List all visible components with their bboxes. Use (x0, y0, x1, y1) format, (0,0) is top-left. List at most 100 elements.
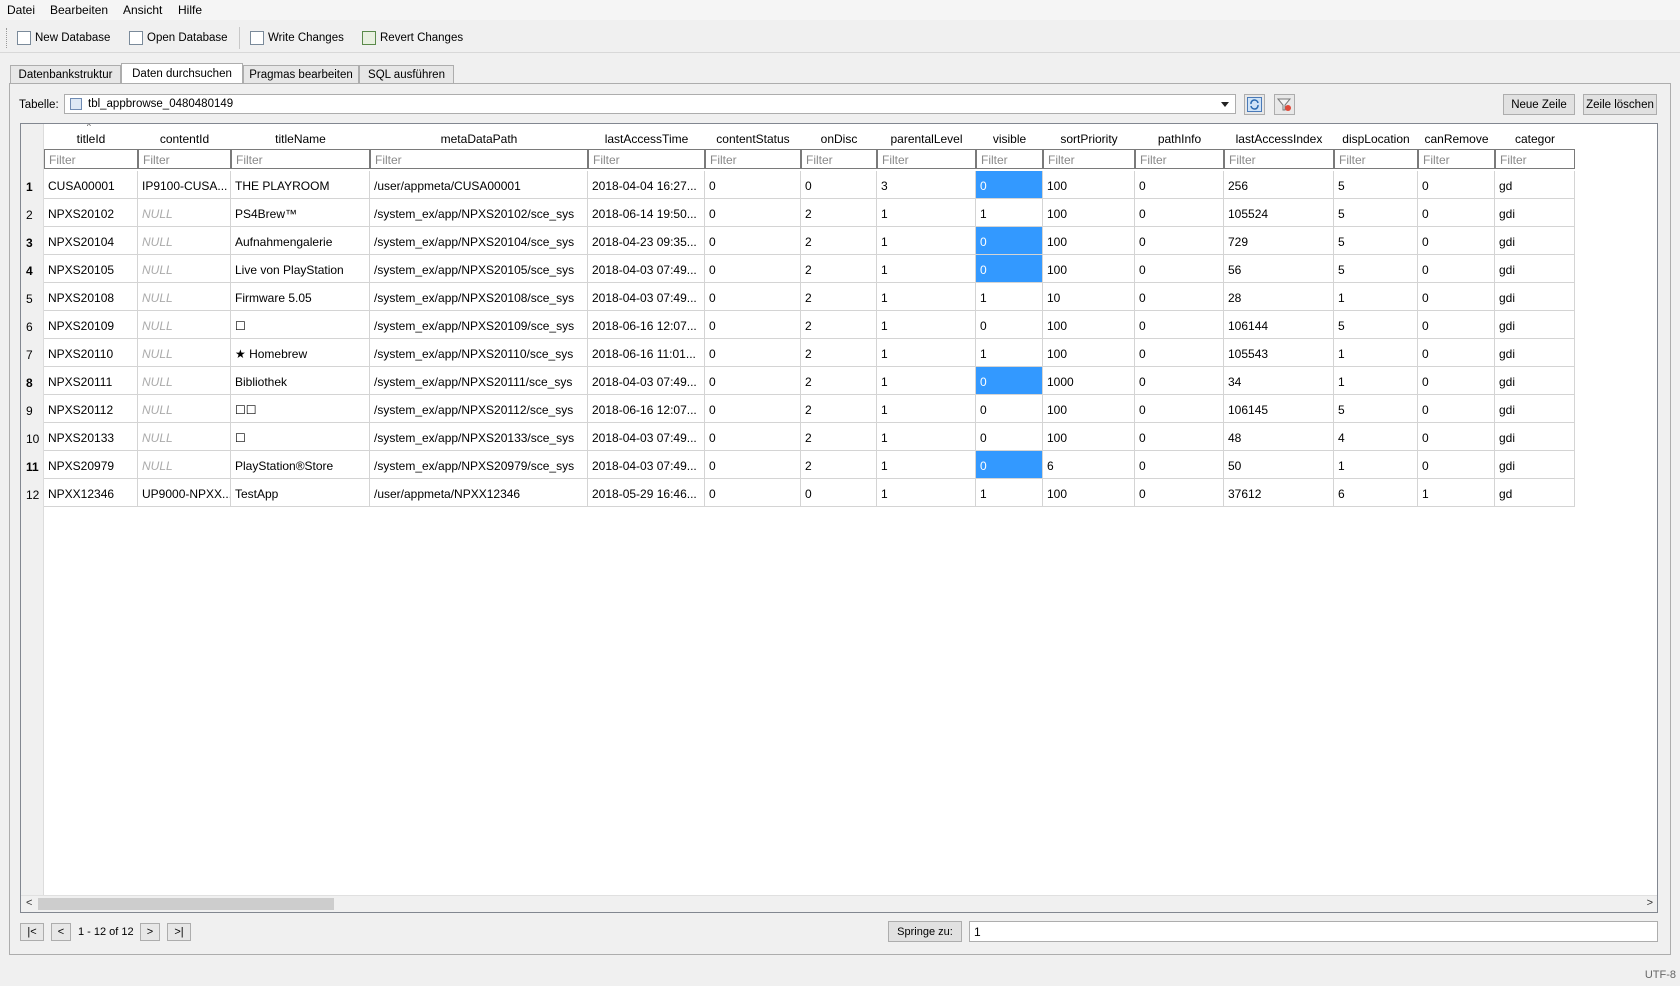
filter-input-visible[interactable]: Filter (976, 149, 1043, 169)
cell-pathInfo[interactable]: 0 (1135, 451, 1224, 479)
cell-contentId[interactable]: UP9000-NPXX... (138, 479, 231, 507)
filter-input-parentalLevel[interactable]: Filter (877, 149, 976, 169)
cell-metaDataPath[interactable]: /system_ex/app/NPXS20111/sce_sys (370, 367, 588, 395)
cell-lastAccessTime[interactable]: 2018-04-03 07:49... (588, 423, 705, 451)
row-number[interactable]: 7 (21, 339, 44, 369)
cell-pathInfo[interactable]: 0 (1135, 479, 1224, 507)
tab-database-structure[interactable]: Datenbankstruktur (10, 65, 121, 83)
column-header-categor[interactable]: categor (1495, 132, 1575, 146)
cell-categor[interactable]: gd (1495, 479, 1575, 507)
cell-contentStatus[interactable]: 0 (705, 171, 801, 199)
cell-visible[interactable]: 0 (976, 255, 1043, 283)
column-header-contentStatus[interactable]: contentStatus (705, 132, 801, 146)
cell-categor[interactable]: gdi (1495, 283, 1575, 311)
cell-categor[interactable]: gdi (1495, 367, 1575, 395)
cell-pathInfo[interactable]: 0 (1135, 227, 1224, 255)
cell-dispLocation[interactable]: 5 (1334, 227, 1418, 255)
scroll-left-icon[interactable]: < (26, 897, 32, 909)
cell-visible[interactable]: 1 (976, 283, 1043, 311)
cell-categor[interactable]: gdi (1495, 423, 1575, 451)
cell-sortPriority[interactable]: 100 (1043, 227, 1135, 255)
cell-titleId[interactable]: CUSA00001 (44, 171, 138, 199)
cell-canRemove[interactable]: 1 (1418, 479, 1495, 507)
cell-metaDataPath[interactable]: /system_ex/app/NPXS20105/sce_sys (370, 255, 588, 283)
cell-pathInfo[interactable]: 0 (1135, 171, 1224, 199)
cell-onDisc[interactable]: 2 (801, 311, 877, 339)
cell-contentId[interactable]: NULL (138, 423, 231, 451)
filter-input-lastAccessIndex[interactable]: Filter (1224, 149, 1334, 169)
column-header-contentId[interactable]: contentId (138, 132, 231, 146)
cell-lastAccessIndex[interactable]: 28 (1224, 283, 1334, 311)
cell-pathInfo[interactable]: 0 (1135, 339, 1224, 367)
table-select[interactable]: tbl_appbrowse_0480480149 (64, 94, 1236, 114)
cell-titleId[interactable]: NPXS20979 (44, 451, 138, 479)
menu-ansicht[interactable]: Ansicht (123, 3, 162, 17)
cell-dispLocation[interactable]: 1 (1334, 367, 1418, 395)
cell-pathInfo[interactable]: 0 (1135, 395, 1224, 423)
row-number[interactable]: 5 (21, 283, 44, 313)
cell-visible[interactable]: 0 (976, 395, 1043, 423)
cell-titleId[interactable]: NPXS20105 (44, 255, 138, 283)
table-row[interactable]: 5 NPXS20108 NULL Firmware 5.05/system_ex/ap… (21, 283, 1657, 313)
cell-dispLocation[interactable]: 5 (1334, 199, 1418, 227)
tab-execute-sql[interactable]: SQL ausführen (359, 65, 454, 83)
cell-titleName[interactable]: Bibliothek (231, 367, 370, 395)
column-header-dispLocation[interactable]: dispLocation (1334, 132, 1418, 146)
cell-metaDataPath[interactable]: /system_ex/app/NPXS20102/sce_sys (370, 199, 588, 227)
cell-metaDataPath[interactable]: /system_ex/app/NPXS20110/sce_sys (370, 339, 588, 367)
cell-parentalLevel[interactable]: 1 (877, 283, 976, 311)
filter-input-titleId[interactable]: Filter (44, 149, 138, 169)
cell-lastAccessTime[interactable]: 2018-06-16 12:07... (588, 395, 705, 423)
table-row[interactable]: 6 NPXS20109 NULL ☐/system_ex/app/NPXS20109/… (21, 311, 1657, 341)
cell-metaDataPath[interactable]: /user/appmeta/CUSA00001 (370, 171, 588, 199)
refresh-button[interactable] (1244, 94, 1265, 115)
cell-dispLocation[interactable]: 4 (1334, 423, 1418, 451)
column-header-lastAccessTime[interactable]: lastAccessTime (588, 132, 705, 146)
next-page-button[interactable]: > (140, 923, 160, 941)
cell-canRemove[interactable]: 0 (1418, 283, 1495, 311)
cell-onDisc[interactable]: 2 (801, 199, 877, 227)
cell-visible[interactable]: 1 (976, 199, 1043, 227)
menu-hilfe[interactable]: Hilfe (178, 3, 202, 17)
filter-input-canRemove[interactable]: Filter (1418, 149, 1495, 169)
table-row[interactable]: 10 NPXS20133 NULL ☐/system_ex/app/NPXS20133… (21, 423, 1657, 453)
cell-visible[interactable]: 1 (976, 479, 1043, 507)
cell-onDisc[interactable]: 0 (801, 171, 877, 199)
table-row[interactable]: 1 CUSA00001 IP9100-CUSA... THE PLAYROOM/use… (21, 171, 1657, 201)
first-page-button[interactable]: |< (20, 923, 44, 941)
filter-input-titleName[interactable]: Filter (231, 149, 370, 169)
cell-contentStatus[interactable]: 0 (705, 311, 801, 339)
cell-visible[interactable]: 0 (976, 423, 1043, 451)
cell-contentId[interactable]: NULL (138, 227, 231, 255)
cell-parentalLevel[interactable]: 1 (877, 339, 976, 367)
data-grid[interactable]: titleId contentId titleName metaDataPath las… (20, 123, 1658, 913)
cell-lastAccessIndex[interactable]: 256 (1224, 171, 1334, 199)
cell-sortPriority[interactable]: 100 (1043, 423, 1135, 451)
cell-onDisc[interactable]: 2 (801, 367, 877, 395)
cell-titleName[interactable]: Firmware 5.05 (231, 283, 370, 311)
cell-visible[interactable]: 0 (976, 451, 1043, 479)
cell-canRemove[interactable]: 0 (1418, 367, 1495, 395)
column-header-parentalLevel[interactable]: parentalLevel (877, 132, 976, 146)
cell-lastAccessIndex[interactable]: 37612 (1224, 479, 1334, 507)
cell-visible[interactable]: 0 (976, 171, 1043, 199)
filter-input-onDisc[interactable]: Filter (801, 149, 877, 169)
cell-categor[interactable]: gdi (1495, 311, 1575, 339)
cell-lastAccessTime[interactable]: 2018-04-04 16:27... (588, 171, 705, 199)
cell-canRemove[interactable]: 0 (1418, 451, 1495, 479)
cell-dispLocation[interactable]: 1 (1334, 451, 1418, 479)
tab-edit-pragmas[interactable]: Pragmas bearbeiten (243, 65, 359, 83)
cell-sortPriority[interactable]: 100 (1043, 479, 1135, 507)
table-row[interactable]: 9 NPXS20112 NULL ☐☐/system_ex/app/NPXS20112… (21, 395, 1657, 425)
cell-contentStatus[interactable]: 0 (705, 367, 801, 395)
cell-parentalLevel[interactable]: 1 (877, 199, 976, 227)
cell-canRemove[interactable]: 0 (1418, 395, 1495, 423)
cell-pathInfo[interactable]: 0 (1135, 367, 1224, 395)
table-row[interactable]: 4 NPXS20105 NULL Live von PlayStation/syste… (21, 255, 1657, 285)
cell-lastAccessIndex[interactable]: 729 (1224, 227, 1334, 255)
scroll-right-icon[interactable]: > (1647, 897, 1653, 909)
cell-pathInfo[interactable]: 0 (1135, 283, 1224, 311)
cell-canRemove[interactable]: 0 (1418, 227, 1495, 255)
write-changes-button[interactable]: Write Changes (250, 28, 344, 48)
cell-contentStatus[interactable]: 0 (705, 423, 801, 451)
